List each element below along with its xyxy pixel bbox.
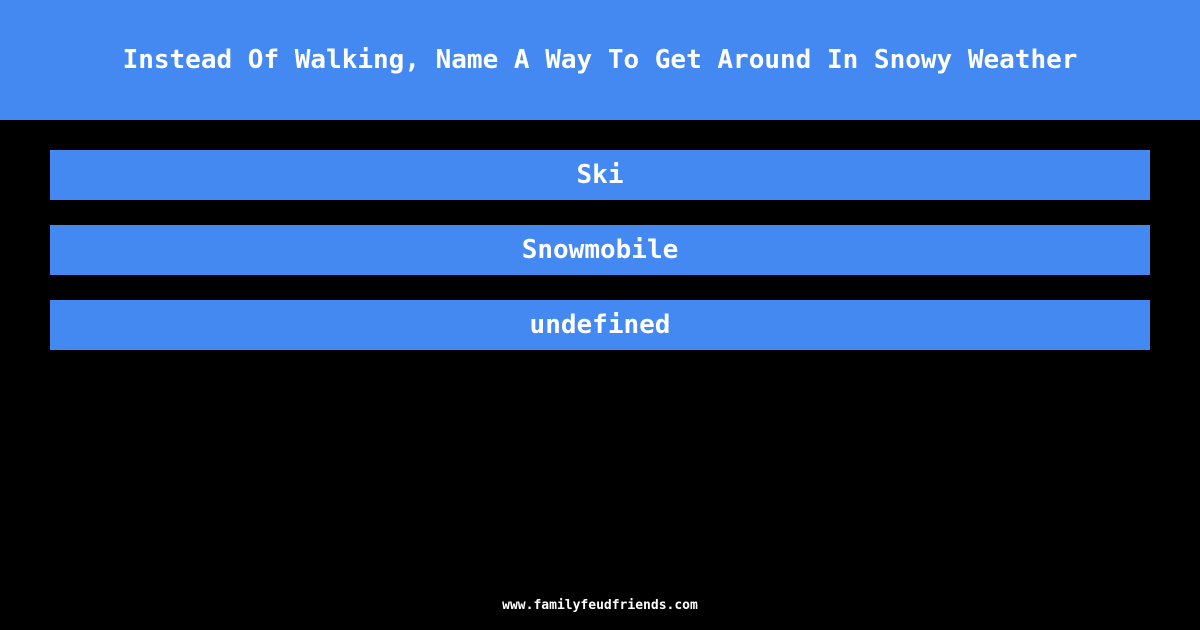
site-url: www.familyfeudfriends.com	[502, 598, 698, 613]
question-header: Instead Of Walking, Name A Way To Get Ar…	[0, 0, 1200, 120]
answer-bar: undefined	[50, 300, 1150, 350]
question-title: Instead Of Walking, Name A Way To Get Ar…	[122, 45, 1078, 75]
answer-bar: Ski	[50, 150, 1150, 200]
answer-bar: Snowmobile	[50, 225, 1150, 275]
